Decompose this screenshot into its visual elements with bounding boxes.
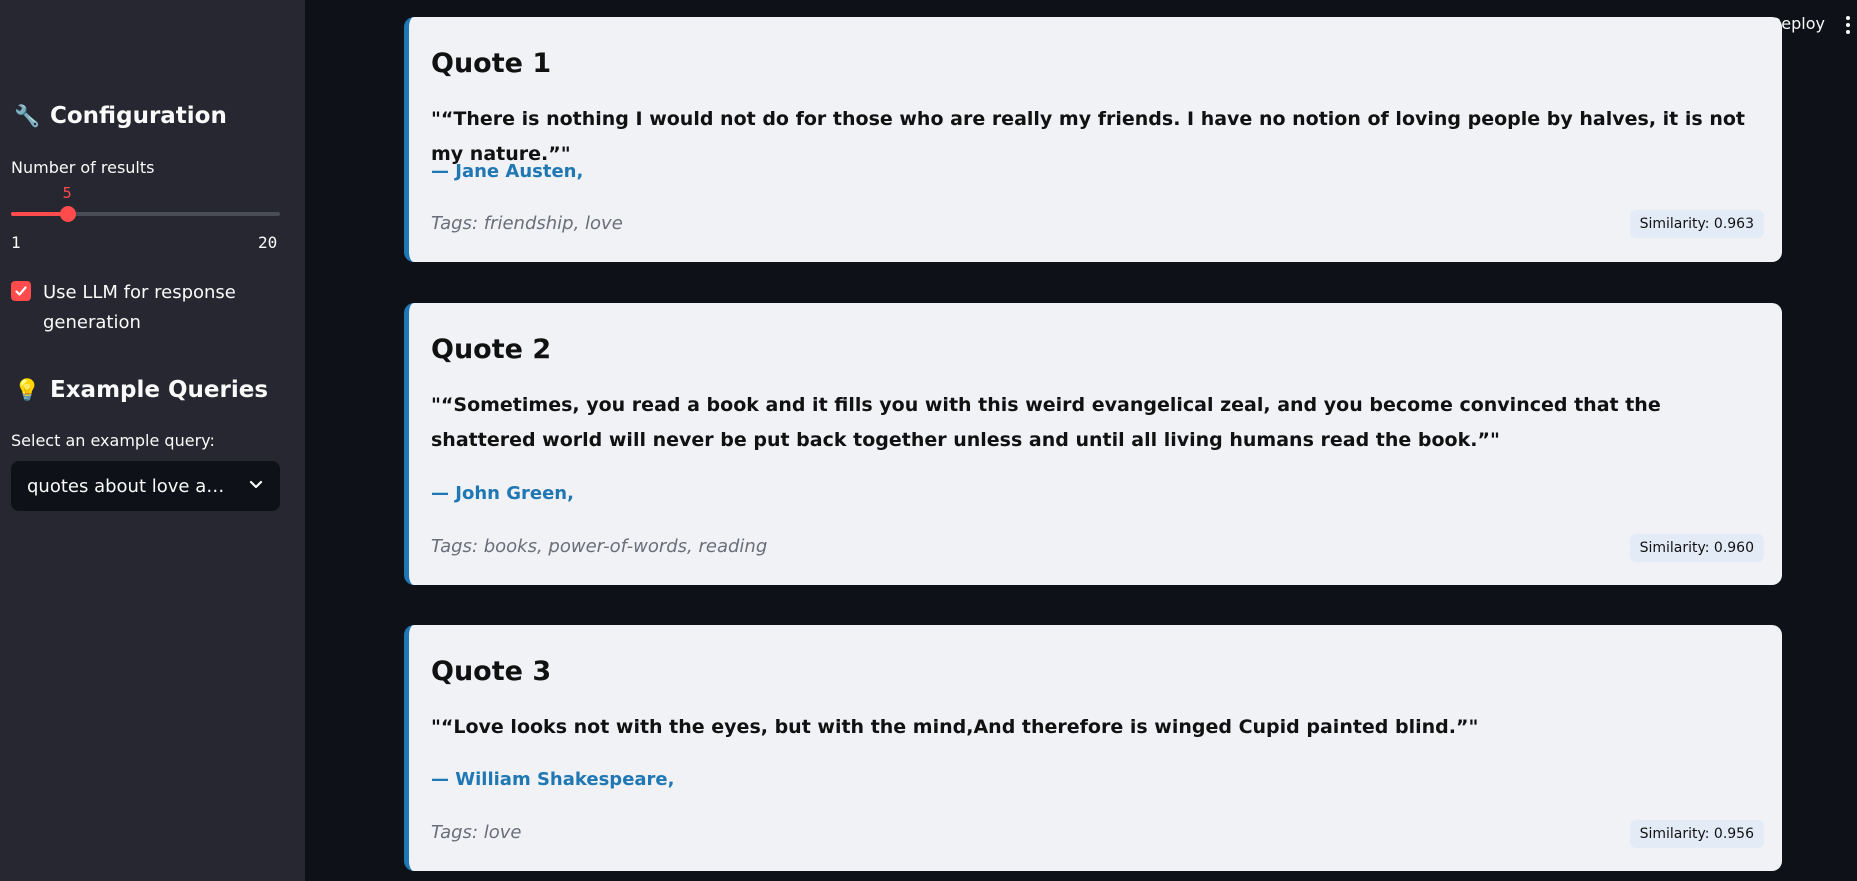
configuration-title: Configuration <box>50 103 227 129</box>
quote-author: — John Green, <box>431 483 574 504</box>
quote-author: — William Shakespeare, <box>431 769 675 790</box>
quote-tags: Tags: love <box>431 822 522 843</box>
use-llm-checkbox[interactable] <box>11 281 31 301</box>
example-queries-title: Example Queries <box>50 377 269 403</box>
number-of-results-label: Number of results <box>11 158 155 177</box>
number-of-results-slider[interactable] <box>11 206 280 222</box>
quote-card-2: Quote 2 "“Sometimes, you read a book and… <box>404 303 1782 585</box>
similarity-badge: Similarity: 0.963 <box>1629 210 1764 238</box>
quote-tags: Tags: friendship, love <box>431 213 623 234</box>
slider-max-label: 20 <box>258 233 278 252</box>
quote-card-3: Quote 3 "“Love looks not with the eyes, … <box>404 625 1782 871</box>
quote-author: — Jane Austen, <box>431 161 584 182</box>
select-example-label: Select an example query: <box>11 431 215 450</box>
quote-title: Quote 1 <box>431 48 552 79</box>
quote-text: "“There is nothing I would not do for th… <box>431 108 1745 165</box>
similarity-badge: Similarity: 0.956 <box>1629 820 1764 848</box>
deploy-button[interactable]: Deploy <box>1775 14 1825 33</box>
use-llm-label[interactable]: Use LLM for response generation <box>43 278 273 338</box>
example-query-selected-value: quotes about love an… <box>27 475 227 497</box>
quote-text: "“Love looks not with the eyes, but with… <box>431 716 1479 738</box>
wrench-icon: 🔧 <box>14 103 41 128</box>
chevron-down-icon <box>248 476 264 496</box>
slider-min-label: 1 <box>11 233 21 252</box>
lightbulb-icon: 💡 <box>14 377 41 402</box>
example-query-select[interactable]: quotes about love an… <box>11 461 280 511</box>
main-menu-icon[interactable] <box>1846 16 1854 36</box>
slider-thumb[interactable] <box>59 206 76 222</box>
slider-current-value: 5 <box>62 184 72 202</box>
quote-title: Quote 3 <box>431 656 552 687</box>
quote-text: "“Sometimes, you read a book and it fill… <box>431 394 1661 451</box>
example-queries-header: 💡 Example Queries <box>14 377 268 403</box>
quote-title: Quote 2 <box>431 334 552 365</box>
similarity-badge: Similarity: 0.960 <box>1629 534 1764 562</box>
configuration-header: 🔧 Configuration <box>14 103 227 129</box>
quote-card-1: Quote 1 "“There is nothing I would not d… <box>404 17 1782 262</box>
checkmark-icon <box>15 286 27 296</box>
sidebar: 🔧 Configuration Number of results 5 1 20… <box>0 0 305 881</box>
quote-tags: Tags: books, power-of-words, reading <box>431 536 768 557</box>
